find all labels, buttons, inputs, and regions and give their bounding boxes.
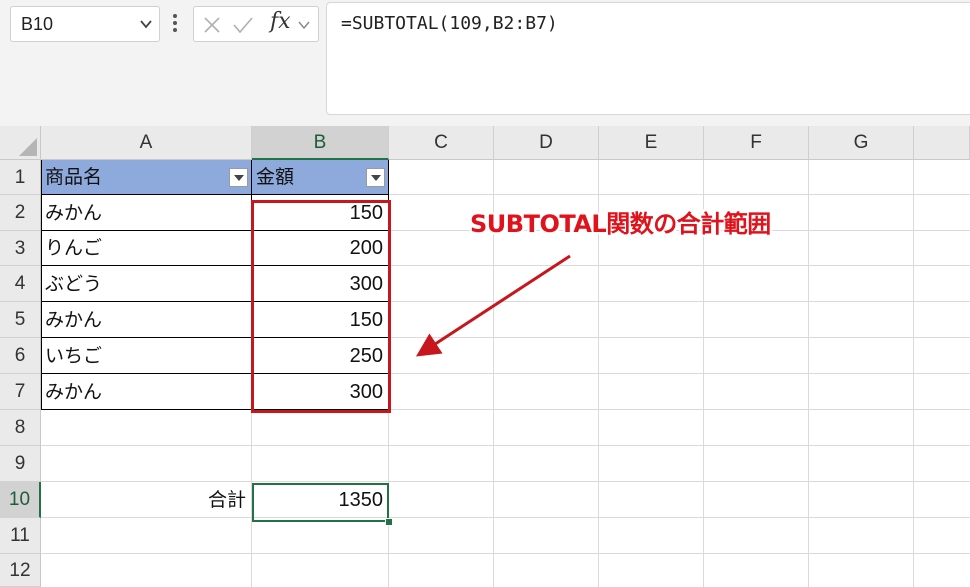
row-header-1[interactable]: 1 [0, 160, 41, 195]
row-header-5[interactable]: 5 [0, 302, 41, 338]
row-header-10[interactable]: 10 [0, 482, 41, 518]
row-header-2[interactable]: 2 [0, 195, 41, 231]
more-options-icon[interactable] [172, 12, 178, 34]
cell-product-name[interactable]: ぶどう [41, 266, 252, 302]
cell-product-name[interactable]: みかん [41, 195, 252, 231]
sum-range-highlight [251, 200, 391, 413]
insert-function-icon[interactable]: fx [270, 9, 291, 34]
row-header-12[interactable]: 12 [0, 554, 41, 587]
chevron-down-icon [234, 175, 244, 181]
column-header-d[interactable]: D [494, 126, 599, 160]
filter-dropdown-button[interactable] [366, 168, 385, 187]
enter-check-icon[interactable] [232, 15, 254, 35]
column-header-c[interactable]: C [389, 126, 494, 160]
total-label[interactable]: 合計 [41, 482, 252, 518]
spreadsheet-grid: ABCDEFG 1 2 3 4 5 6 7 8 9 10 11 12 商品名 金額 みかん 150 りんご 20… [0, 126, 970, 587]
formula-input[interactable]: =SUBTOTAL(109,B2:B7) [326, 2, 970, 115]
cell-product-name[interactable]: いちご [41, 338, 252, 374]
row-header-8[interactable]: 8 [0, 410, 41, 446]
column-header-f[interactable]: F [704, 126, 809, 160]
table-border [41, 160, 42, 410]
column-header-g[interactable]: G [809, 126, 914, 160]
row-header-6[interactable]: 6 [0, 338, 41, 374]
arrow-icon [415, 254, 571, 357]
annotation-label: SUBTOTAL関数の合計範囲 [470, 210, 771, 238]
cell-product-name[interactable]: りんご [41, 231, 252, 266]
row-header-7[interactable]: 7 [0, 374, 41, 410]
formula-controls: fx [193, 6, 319, 42]
row-header-11[interactable]: 11 [0, 518, 41, 554]
fill-handle[interactable] [385, 518, 393, 526]
cancel-icon[interactable] [202, 15, 222, 35]
column-header-e[interactable]: E [599, 126, 704, 160]
column-header-a[interactable]: A [41, 126, 252, 160]
chevron-down-icon[interactable] [298, 19, 310, 31]
formula-bar: B10 fx =SUBTOTAL(109,B2:B7) [0, 0, 970, 126]
row-header-9[interactable]: 9 [0, 446, 41, 482]
row-header-3[interactable]: 3 [0, 231, 41, 266]
chevron-down-icon[interactable] [139, 17, 153, 31]
column-header-b[interactable]: B [252, 126, 389, 160]
name-box-value: B10 [21, 14, 54, 34]
header-cell-product-name[interactable]: 商品名 [41, 160, 252, 195]
filter-dropdown-button[interactable] [229, 168, 248, 187]
row-header-4[interactable]: 4 [0, 266, 41, 302]
cell-product-name[interactable]: みかん [41, 302, 252, 338]
select-all-corner[interactable] [0, 126, 41, 160]
active-cell[interactable] [252, 483, 389, 522]
formula-text: =SUBTOTAL(109,B2:B7) [341, 13, 558, 34]
name-box[interactable]: B10 [10, 6, 160, 42]
chevron-down-icon [371, 175, 381, 181]
gridline-horizontal [41, 445, 970, 446]
column-header-filler [914, 126, 970, 160]
cell-product-name[interactable]: みかん [41, 374, 252, 410]
gridline-horizontal [41, 553, 970, 554]
